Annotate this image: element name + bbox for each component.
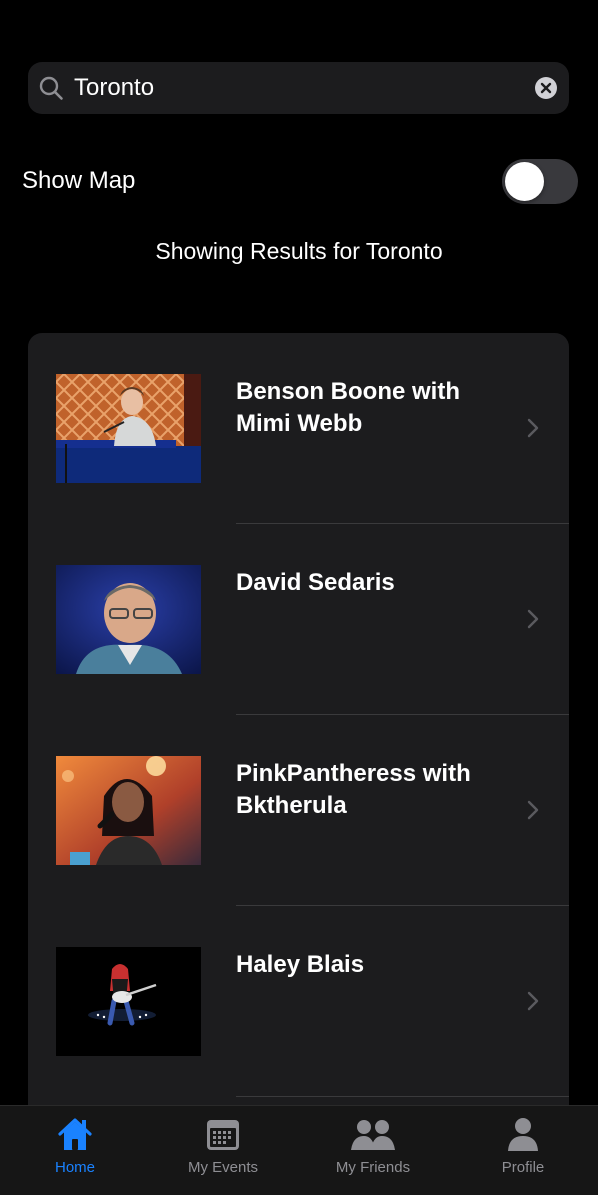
search-icon [39,76,63,100]
event-title: PinkPantheress with Bktherula [236,760,471,819]
event-thumbnail [56,756,201,865]
tab-home[interactable]: Home [0,1106,150,1195]
chevron-right-icon [527,418,539,438]
event-title: David Sedaris [236,569,395,596]
results-heading: Showing Results for Toronto [155,238,443,264]
chevron-right-icon [527,991,539,1011]
search-input[interactable]: Toronto [74,62,154,114]
event-thumbnail [56,565,201,674]
event-thumbnail [56,374,201,483]
chevron-right-icon [527,609,539,629]
event-row[interactable]: David Sedaris [28,524,569,715]
clear-icon[interactable] [535,77,557,99]
show-map-toggle[interactable] [502,159,578,204]
search-bar[interactable]: Toronto [28,62,569,114]
home-icon [58,1118,92,1150]
event-title: Benson Boone with Mimi Webb [236,378,460,437]
tab-my-friends[interactable]: My Friends [298,1106,448,1195]
tab-label: Home [54,1159,95,1176]
show-map-label: Show Map [22,167,136,194]
tab-label: Profile [501,1159,545,1176]
profile-icon [508,1118,538,1151]
tab-profile[interactable]: Profile [448,1106,598,1195]
event-row[interactable]: Benson Boone with Mimi Webb [28,333,569,524]
friends-icon [351,1120,395,1150]
event-row[interactable]: Haley Blais [28,906,569,1097]
event-thumbnail [56,947,201,1056]
event-list: Benson Boone with Mimi Webb David Sedari… [28,333,569,1163]
event-row[interactable]: PinkPantheress with Bktherula [28,715,569,906]
row-divider [236,1096,569,1097]
tab-label: My Friends [335,1159,411,1176]
toggle-knob [505,162,544,201]
event-title: Haley Blais [236,951,365,978]
tab-my-events[interactable]: My Events [148,1106,298,1195]
chevron-right-icon [527,800,539,820]
tab-bar: Home My Events My Friends Profile [0,1105,598,1195]
tab-label: My Events [187,1159,259,1176]
app-screen: Toronto Show Map Showing Results for Tor… [0,0,598,1195]
calendar-icon [207,1120,239,1150]
